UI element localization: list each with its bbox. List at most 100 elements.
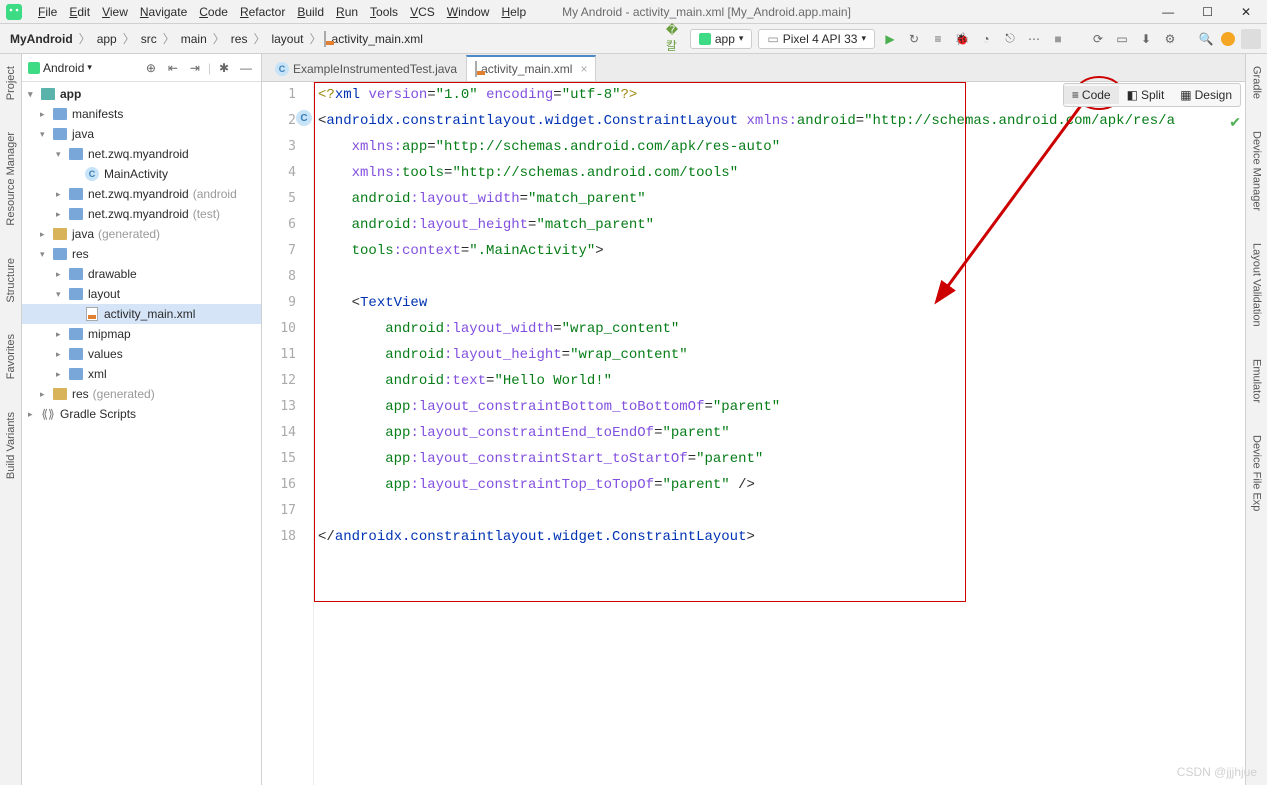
tree-item[interactable]: ▸res(generated) (22, 384, 261, 404)
editor-tab[interactable]: activity_main.xml× (466, 55, 596, 81)
sidebar-hide-icon[interactable]: — (237, 59, 255, 77)
tree-arrow-icon[interactable]: ▸ (56, 329, 68, 340)
avd-icon[interactable]: ▭ (1113, 30, 1131, 48)
run-icon[interactable]: ▶ (881, 30, 899, 48)
menu-code[interactable]: Code (193, 3, 234, 21)
sidebar-view-selector[interactable]: Android ▾ (28, 61, 92, 75)
sidebar-collapse-icon[interactable]: ⇤ (164, 59, 182, 77)
tree-item[interactable]: ▸values (22, 344, 261, 364)
mode-design-button[interactable]: ▦Design (1172, 86, 1240, 104)
sync-icon[interactable]: ⟳ (1089, 30, 1107, 48)
tree-arrow-icon[interactable]: ▾ (40, 249, 52, 260)
menu-file[interactable]: File (32, 3, 63, 21)
tree-item[interactable]: ▾layout (22, 284, 261, 304)
tree-arrow-icon[interactable]: ▾ (28, 89, 40, 100)
tool-tab-device-file-exp[interactable]: Device File Exp (1249, 429, 1265, 517)
tree-item[interactable]: ▸xml (22, 364, 261, 384)
sidebar-target-icon[interactable]: ⊕ (142, 59, 160, 77)
tool-tab-gradle[interactable]: Gradle (1249, 60, 1265, 105)
tree-arrow-icon[interactable]: ▸ (56, 369, 68, 380)
tree-arrow-icon[interactable]: ▸ (56, 189, 68, 200)
folder-icon (52, 226, 68, 242)
device-dropdown[interactable]: ▭ Pixel 4 API 33 ▾ (758, 29, 875, 49)
tool-tab-device-manager[interactable]: Device Manager (1249, 125, 1265, 217)
tree-item[interactable]: ▸net.zwq.myandroid(android (22, 184, 261, 204)
tree-item[interactable]: ▸java(generated) (22, 224, 261, 244)
attach-icon[interactable]: ⎋ (1001, 30, 1019, 48)
mode-split-button[interactable]: ◧Split (1119, 86, 1173, 104)
tool-tab-build-variants[interactable]: Build Variants (3, 406, 19, 485)
tree-arrow-icon[interactable]: ▸ (56, 349, 68, 360)
tree-arrow-icon[interactable]: ▸ (40, 109, 52, 120)
breadcrumb-item[interactable]: src (137, 30, 161, 48)
breadcrumb-item[interactable]: MyAndroid (6, 30, 77, 48)
account-icon[interactable] (1241, 29, 1261, 49)
tree-arrow-icon[interactable]: ▸ (56, 269, 68, 280)
breadcrumb-item[interactable]: layout (267, 30, 307, 48)
project-tree[interactable]: ▾app▸manifests▾java▾net.zwq.myandroidCMa… (22, 82, 261, 785)
tree-item[interactable]: CMainActivity (22, 164, 261, 184)
mode-code-button[interactable]: ≡Code (1064, 86, 1119, 104)
breadcrumb-item[interactable]: app (93, 30, 121, 48)
rerun-icon[interactable]: ↻ (905, 30, 923, 48)
breadcrumb-item[interactable]: activity_main.xml (328, 30, 427, 48)
tree-item[interactable]: ▸drawable (22, 264, 261, 284)
minimize-icon[interactable]: ― (1162, 5, 1174, 19)
menu-help[interactable]: Help (495, 3, 532, 21)
tree-arrow-icon[interactable]: ▾ (56, 289, 68, 300)
search-icon[interactable]: 🔍 (1197, 30, 1215, 48)
tree-item[interactable]: ▸mipmap (22, 324, 261, 344)
tree-item[interactable]: ▸manifests (22, 104, 261, 124)
menu-navigate[interactable]: Navigate (134, 3, 193, 21)
tab-close-icon[interactable]: × (580, 62, 587, 76)
maximize-icon[interactable]: ☐ (1202, 5, 1213, 19)
line-number: 10 (262, 316, 314, 342)
menu-refactor[interactable]: Refactor (234, 3, 291, 21)
more-run-icon[interactable]: ⋯ (1025, 30, 1043, 48)
tree-item[interactable]: ▾res (22, 244, 261, 264)
menu-build[interactable]: Build (291, 3, 330, 21)
tool-tab-emulator[interactable]: Emulator (1249, 353, 1265, 409)
tree-arrow-icon[interactable]: ▸ (40, 229, 52, 240)
tool-tab-layout-validation[interactable]: Layout Validation (1249, 237, 1265, 333)
menu-tools[interactable]: Tools (364, 3, 404, 21)
tree-item[interactable]: ▸⟪⟫Gradle Scripts (22, 404, 261, 424)
breadcrumb-item[interactable]: res (227, 30, 252, 48)
sidebar-expand-icon[interactable]: ⇥ (186, 59, 204, 77)
menu-view[interactable]: View (96, 3, 134, 21)
breadcrumb-item[interactable]: main (177, 30, 211, 48)
hammer-build-icon[interactable]: �칼 (666, 30, 684, 48)
sdk-icon[interactable]: ⬇ (1137, 30, 1155, 48)
notification-icon[interactable] (1221, 32, 1235, 46)
tree-item[interactable]: ▸net.zwq.myandroid(test) (22, 204, 261, 224)
assistant-icon[interactable]: ⚙ (1161, 30, 1179, 48)
tree-arrow-icon[interactable]: ▸ (40, 389, 52, 400)
class-gutter-icon[interactable]: C (296, 110, 312, 126)
run-config-dropdown[interactable]: app ▾ (690, 29, 753, 49)
tree-item[interactable]: activity_main.xml (22, 304, 261, 324)
tool-tab-structure[interactable]: Structure (3, 252, 19, 309)
tool-tab-resource-manager[interactable]: Resource Manager (3, 126, 19, 232)
tool-tab-project[interactable]: Project (3, 60, 19, 106)
menu-edit[interactable]: Edit (63, 3, 96, 21)
menu-window[interactable]: Window (441, 3, 496, 21)
folder-blue-icon (52, 106, 68, 122)
editor-tab[interactable]: CExampleInstrumentedTest.java (266, 55, 466, 81)
tool-tab-favorites[interactable]: Favorites (3, 328, 19, 385)
tree-arrow-icon[interactable]: ▸ (28, 409, 40, 420)
tree-item[interactable]: ▾net.zwq.myandroid (22, 144, 261, 164)
tree-arrow-icon[interactable]: ▾ (40, 129, 52, 140)
tree-arrow-icon[interactable]: ▾ (56, 149, 68, 160)
tree-arrow-icon[interactable]: ▸ (56, 209, 68, 220)
stop-icon[interactable]: ■ (1049, 30, 1067, 48)
debug-icon[interactable]: 🐞 (953, 30, 971, 48)
sidebar-settings-icon[interactable]: ✱ (215, 59, 233, 77)
close-icon[interactable]: ✕ (1241, 5, 1251, 19)
menu-vcs[interactable]: VCS (404, 3, 441, 21)
tree-item[interactable]: ▾java (22, 124, 261, 144)
coverage-icon[interactable]: ≡ (929, 30, 947, 48)
profiler-icon[interactable]: ◔ (977, 30, 995, 48)
tree-item[interactable]: ▾app (22, 84, 261, 104)
menu-run[interactable]: Run (330, 3, 364, 21)
code-editor[interactable]: <?xml version="1.0" encoding="utf-8"?> <… (314, 82, 1245, 785)
